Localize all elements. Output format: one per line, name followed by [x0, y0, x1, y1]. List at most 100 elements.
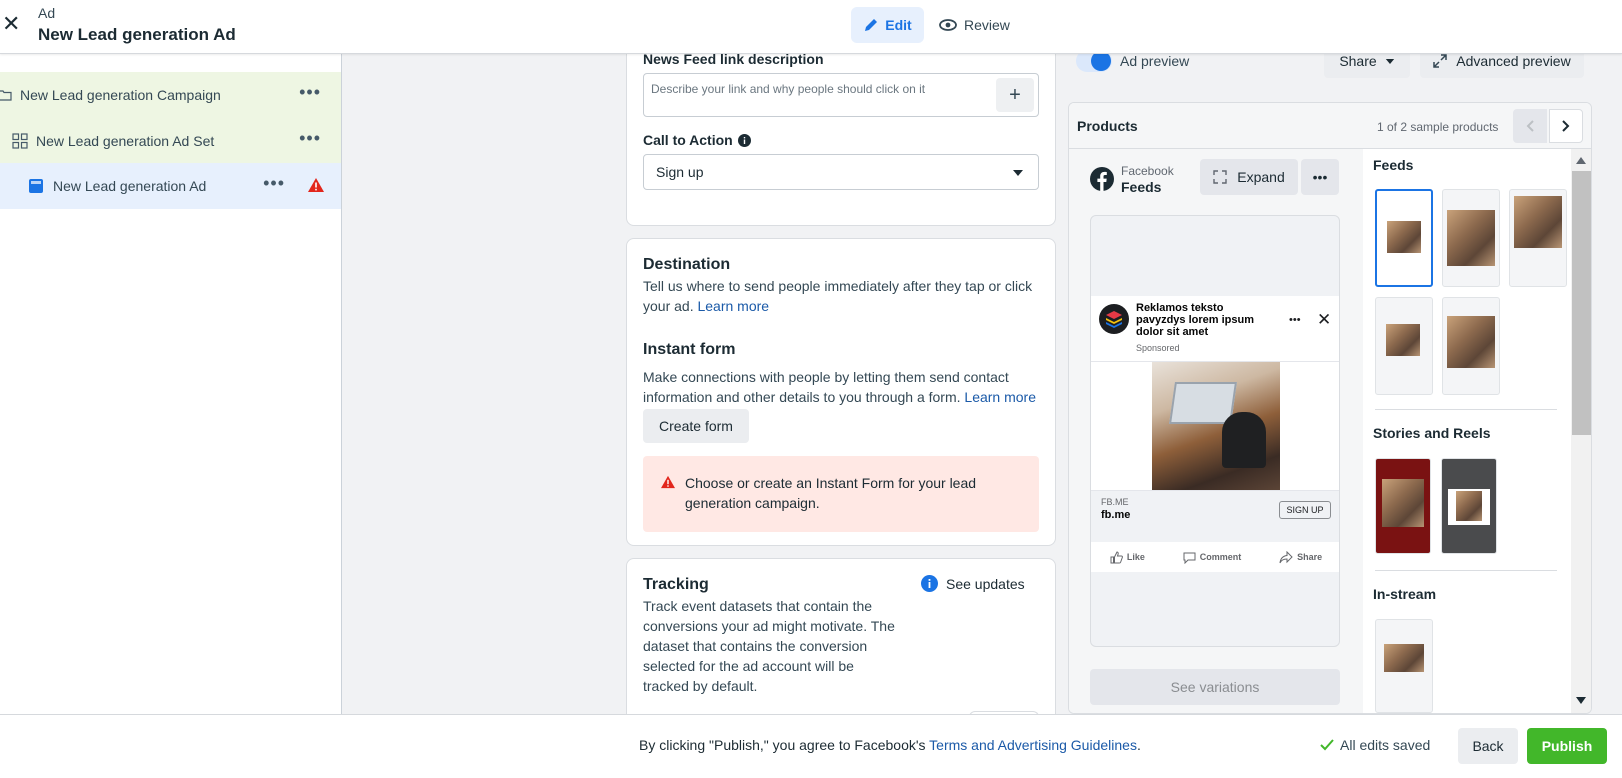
see-updates-label: See updates — [946, 575, 1025, 592]
sponsored-label: Sponsored — [1136, 343, 1180, 353]
back-button[interactable]: Back — [1458, 728, 1518, 764]
more-options-button[interactable]: ••• — [1301, 159, 1339, 195]
placement-thumb-reels-1[interactable] — [1441, 458, 1497, 554]
placement-thumb-feeds-2[interactable] — [1442, 189, 1500, 287]
link-bar: FB.ME fb.me SIGN UP — [1091, 490, 1339, 532]
like-label: Like — [1126, 552, 1145, 562]
tracking-card: Tracking Track event datasets that conta… — [626, 558, 1056, 728]
terms-link[interactable]: Terms and Advertising Guidelines — [929, 737, 1137, 753]
publish-button[interactable]: Publish — [1527, 728, 1607, 764]
placement-thumb-instream-1[interactable] — [1375, 619, 1433, 713]
more-options-icon: ••• — [1312, 169, 1328, 185]
previous-button[interactable] — [1513, 109, 1547, 143]
facebook-logo-icon — [1090, 167, 1114, 191]
toggle-knob — [1091, 51, 1111, 71]
cta-label-row: Call to Action — [643, 132, 751, 148]
learn-more-link[interactable]: Learn more — [697, 298, 769, 314]
advanced-preview-label: Advanced preview — [1456, 53, 1571, 69]
sidebar-item-label: New Lead generation Campaign — [20, 87, 221, 103]
ad-preview-label: Ad preview — [1120, 53, 1190, 69]
post-more-icon[interactable]: ••• — [1289, 314, 1301, 326]
link-domain: fb.me — [1101, 509, 1131, 521]
share-action[interactable]: Share — [1279, 550, 1323, 564]
tracking-title: Tracking — [643, 576, 709, 593]
divider — [1375, 570, 1557, 571]
add-button[interactable]: + — [996, 78, 1034, 112]
eye-icon — [939, 19, 957, 31]
placement-thumb-feeds-4[interactable] — [1375, 297, 1433, 395]
expand-arrows-icon — [1433, 54, 1448, 68]
save-status: All edits saved — [1320, 737, 1430, 753]
share-arrow-icon — [1279, 550, 1293, 563]
products-title: Products — [1077, 118, 1138, 134]
share-action-label: Share — [1297, 552, 1323, 562]
layers-logo-icon — [1106, 311, 1122, 328]
check-icon — [1320, 739, 1334, 751]
instant-form-description: Make connections with people by letting … — [643, 367, 1043, 407]
placement-thumb-stories-1[interactable] — [1375, 458, 1431, 554]
comment-action[interactable]: Comment — [1183, 551, 1241, 564]
like-action[interactable]: Like — [1110, 550, 1145, 564]
grid-icon — [12, 133, 28, 149]
placement-thumb-feeds-3[interactable] — [1509, 189, 1567, 287]
sign-up-cta-button[interactable]: SIGN UP — [1279, 501, 1331, 519]
post-text: Reklamos teksto pavyzdys lorem ipsum dol… — [1136, 302, 1254, 338]
news-feed-description-input[interactable]: Describe your link and why people should… — [643, 73, 1039, 117]
share-label: Share — [1339, 53, 1377, 69]
tab-edit[interactable]: Edit — [851, 7, 924, 43]
expand-button[interactable]: Expand — [1200, 159, 1298, 195]
instant-form-desc-text: Make connections with people by letting … — [643, 369, 1009, 405]
caret-down-icon — [1013, 170, 1023, 176]
placement-thumb-feeds-1[interactable] — [1375, 189, 1433, 287]
sidebar-item-campaign[interactable]: New Lead generation Campaign ••• — [0, 72, 341, 118]
sidebar-item-label: New Lead generation Ad — [53, 178, 207, 194]
page-title: New Lead generation Ad — [38, 25, 236, 44]
cta-label: Call to Action — [643, 132, 733, 148]
tab-edit-label: Edit — [885, 17, 912, 33]
create-form-button[interactable]: Create form — [643, 409, 749, 443]
platform-label: Facebook — [1121, 164, 1174, 178]
ad-icon — [29, 179, 43, 193]
agreement-period: . — [1136, 737, 1141, 753]
more-options-icon[interactable]: ••• — [263, 173, 285, 194]
sidebar-item-ad[interactable]: New Lead generation Ad ••• — [0, 163, 341, 209]
error-banner: Choose or create an Instant Form for you… — [643, 456, 1039, 532]
page-avatar — [1099, 304, 1129, 334]
destination-card: Destination Tell us where to send people… — [626, 238, 1056, 546]
placement-thumb-feeds-5[interactable] — [1442, 297, 1500, 395]
cta-select[interactable]: Sign up — [643, 154, 1039, 190]
divider — [1375, 409, 1557, 410]
preview-panel: Products 1 of 2 sample products Facebook… — [1068, 102, 1592, 714]
warning-icon — [308, 178, 324, 192]
destination-title: Destination — [643, 256, 731, 273]
scroll-up-icon[interactable] — [1576, 157, 1586, 164]
sidebar-item-adset[interactable]: New Lead generation Ad Set ••• — [0, 118, 341, 164]
next-button[interactable] — [1549, 109, 1583, 143]
pencil-icon — [865, 19, 878, 31]
close-icon[interactable]: ✕ — [1317, 310, 1331, 330]
post-actions: Like Comment Share — [1091, 542, 1339, 572]
caret-down-icon — [1385, 58, 1394, 64]
warning-icon — [661, 475, 675, 489]
comment-icon — [1183, 552, 1196, 564]
scroll-down-icon[interactable] — [1576, 697, 1586, 704]
person-shape — [1222, 412, 1266, 468]
stories-section-title: Stories and Reels — [1373, 425, 1491, 441]
info-icon[interactable] — [737, 133, 751, 147]
link-domain-caps: FB.ME — [1101, 497, 1129, 507]
more-options-icon[interactable]: ••• — [299, 128, 321, 149]
see-updates-link[interactable]: See updates — [921, 575, 1025, 592]
tab-review[interactable]: Review — [939, 7, 1019, 43]
scrollbar-track[interactable] — [1571, 149, 1591, 713]
more-options-icon[interactable]: ••• — [299, 82, 321, 103]
ad-image — [1152, 362, 1280, 490]
feeds-section-title: Feeds — [1373, 157, 1414, 173]
learn-more-link[interactable]: Learn more — [964, 389, 1036, 405]
scrollbar-thumb[interactable] — [1572, 171, 1591, 435]
see-variations-button[interactable]: See variations — [1090, 669, 1340, 705]
close-icon[interactable]: ✕ — [2, 13, 22, 35]
folder-icon — [0, 90, 12, 101]
info-icon — [921, 575, 938, 592]
tab-review-label: Review — [964, 17, 1010, 33]
thumbs-up-icon — [1110, 550, 1123, 563]
